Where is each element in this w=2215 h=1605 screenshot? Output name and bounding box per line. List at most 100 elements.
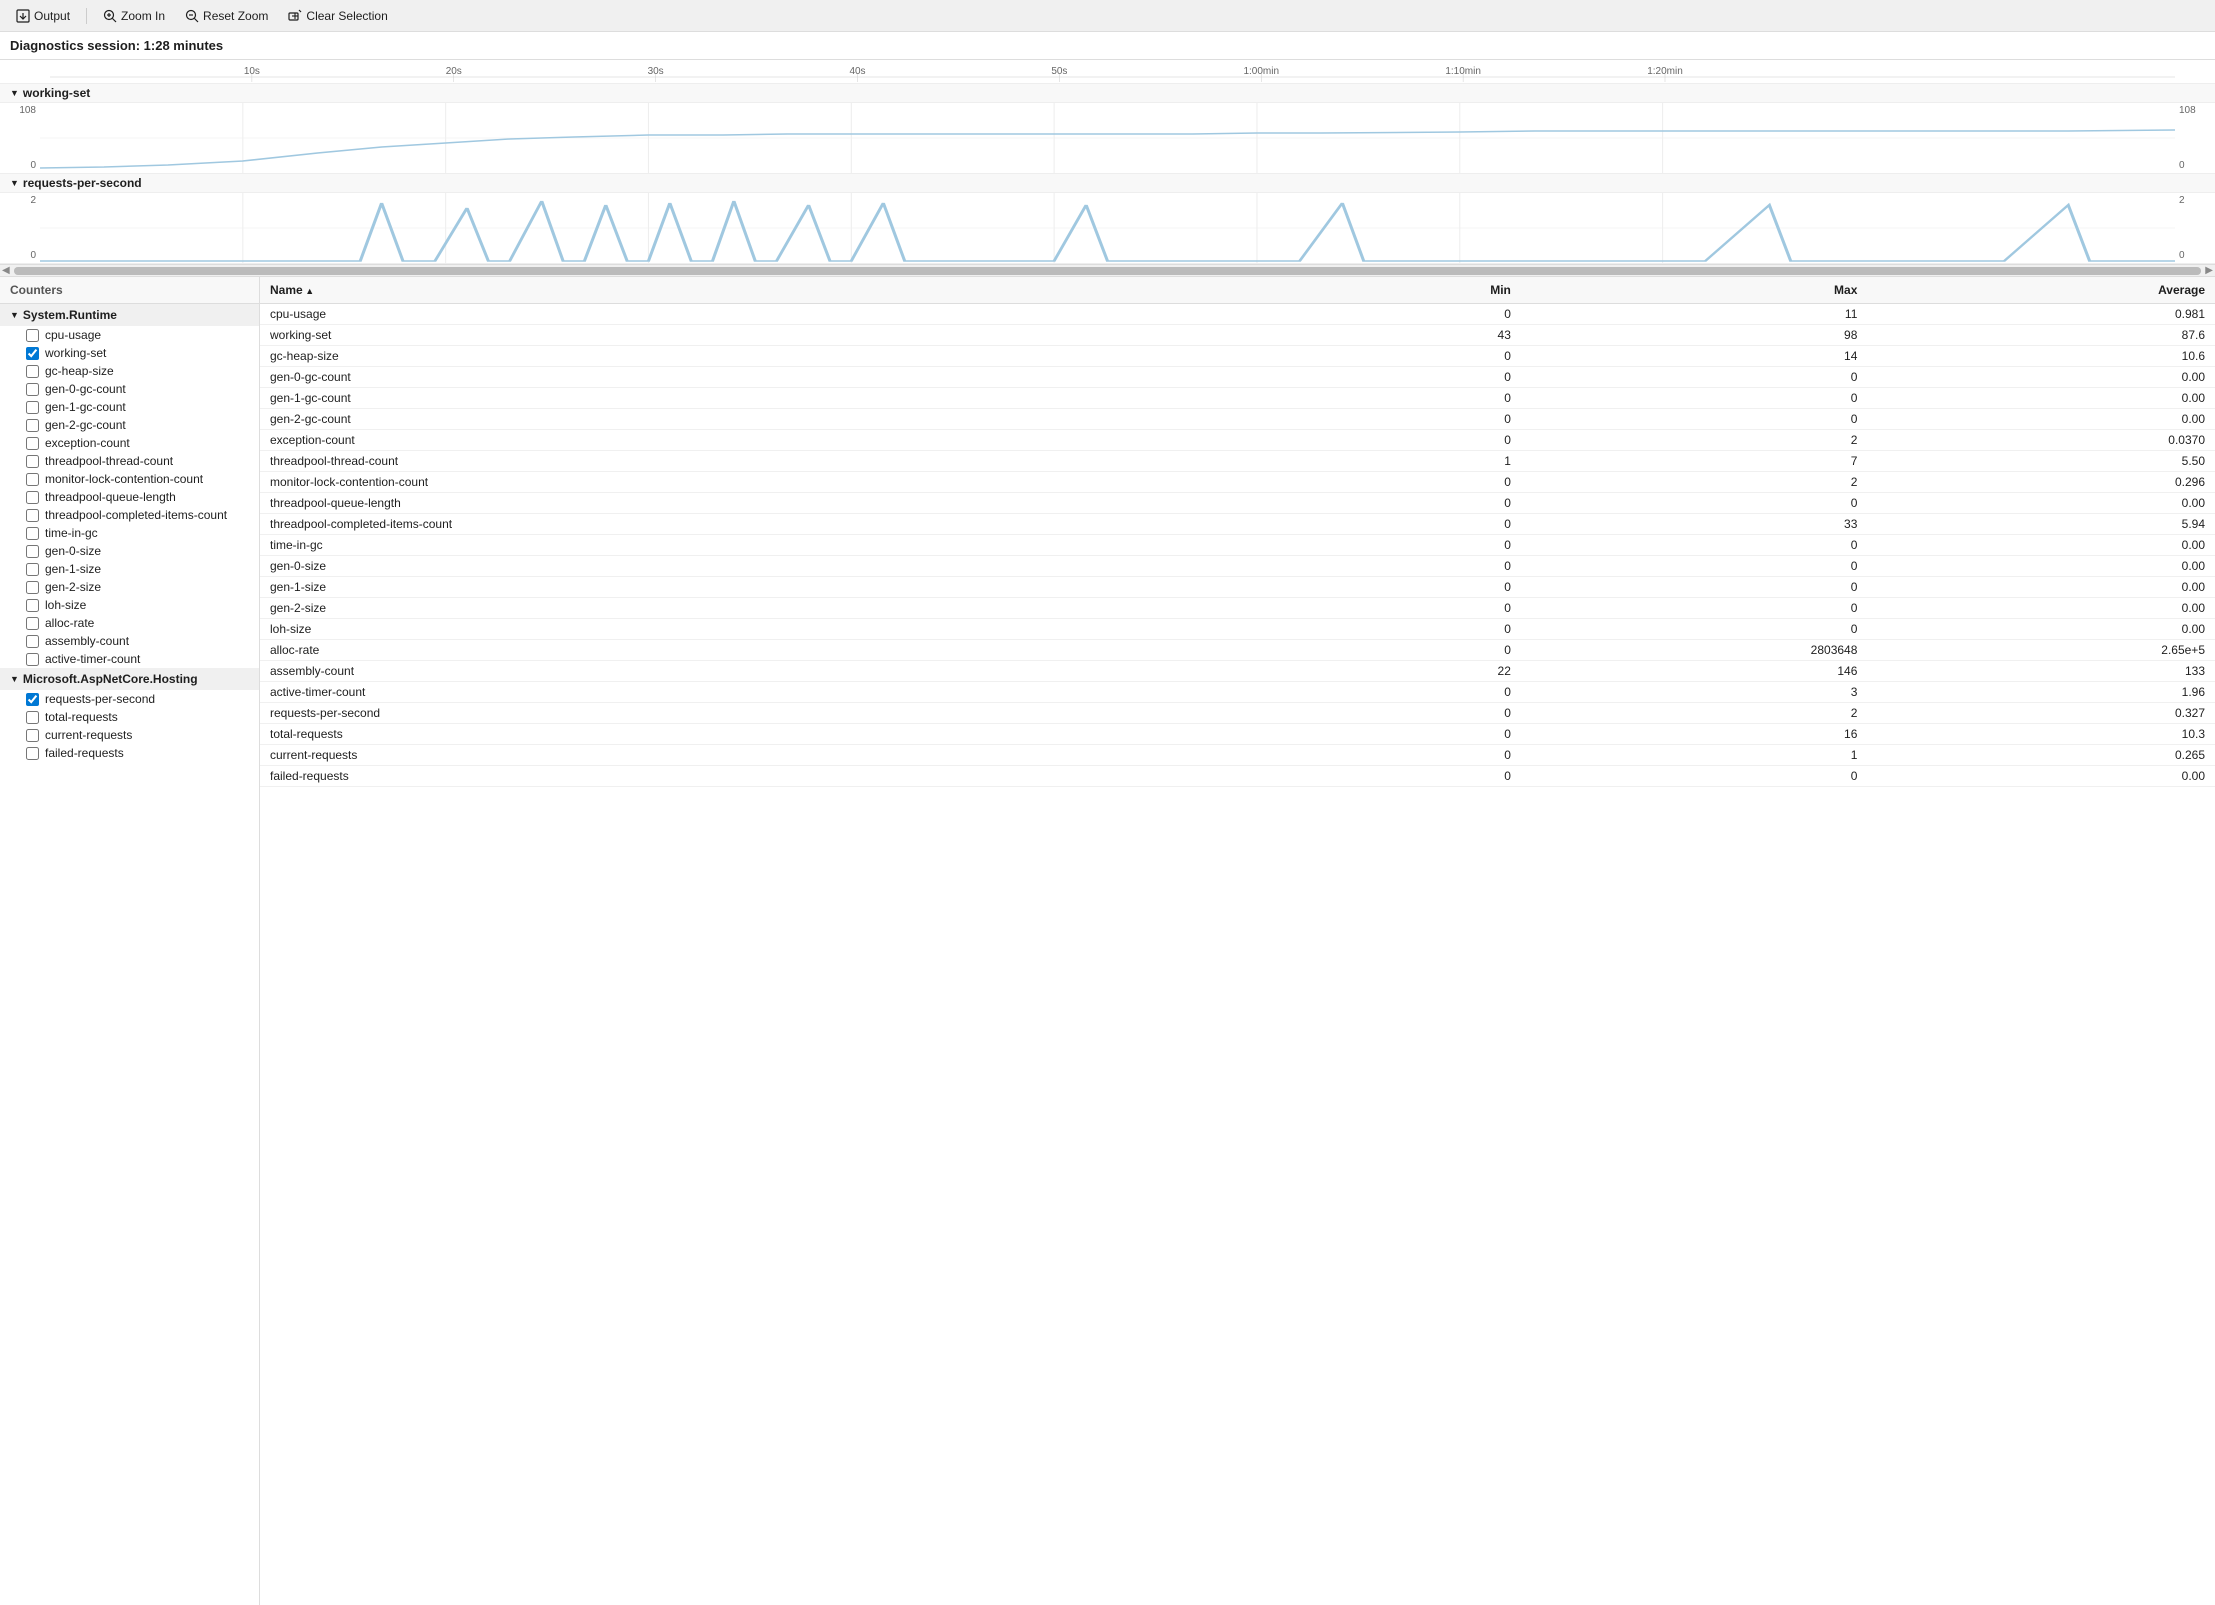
table-row[interactable]: active-timer-count031.96	[260, 682, 2215, 703]
table-row[interactable]: time-in-gc000.00	[260, 535, 2215, 556]
cell-avg: 87.6	[1867, 325, 2215, 346]
table-row[interactable]: alloc-rate028036482.65e+5	[260, 640, 2215, 661]
counter-checkbox[interactable]	[26, 491, 39, 504]
output-button[interactable]: Output	[8, 6, 78, 26]
cell-name: failed-requests	[260, 766, 1310, 787]
table-row[interactable]: current-requests010.265	[260, 745, 2215, 766]
counter-checkbox[interactable]	[26, 509, 39, 522]
counter-checkbox[interactable]	[26, 455, 39, 468]
scroll-right-btn[interactable]: ▶	[2205, 265, 2213, 276]
counter-checkbox[interactable]	[26, 473, 39, 486]
table-row[interactable]: working-set439887.6	[260, 325, 2215, 346]
cell-name: gen-0-gc-count	[260, 367, 1310, 388]
cell-avg: 133	[1867, 661, 2215, 682]
cell-max: 0	[1521, 388, 1868, 409]
table-row[interactable]: requests-per-second020.327	[260, 703, 2215, 724]
cell-avg: 5.50	[1867, 451, 2215, 472]
cell-max: 16	[1521, 724, 1868, 745]
col-min[interactable]: Min	[1310, 277, 1521, 304]
cell-avg: 0.981	[1867, 304, 2215, 325]
separator-1	[86, 8, 87, 24]
table-row[interactable]: gen-2-gc-count000.00	[260, 409, 2215, 430]
table-row[interactable]: cpu-usage0110.981	[260, 304, 2215, 325]
counter-checkbox[interactable]	[26, 545, 39, 558]
list-item: total-requests	[0, 708, 259, 726]
reset-zoom-label: Reset Zoom	[203, 9, 268, 23]
clear-selection-icon	[288, 9, 302, 23]
table-row[interactable]: assembly-count22146133	[260, 661, 2215, 682]
counter-checkbox[interactable]	[26, 711, 39, 724]
table-row[interactable]: gen-2-size000.00	[260, 598, 2215, 619]
col-max[interactable]: Max	[1521, 277, 1868, 304]
table-row[interactable]: gc-heap-size01410.6	[260, 346, 2215, 367]
counter-checkbox[interactable]	[26, 329, 39, 342]
cell-avg: 0.00	[1867, 598, 2215, 619]
col-name[interactable]: Name	[260, 277, 1310, 304]
table-row[interactable]: loh-size000.00	[260, 619, 2215, 640]
clear-selection-button[interactable]: Clear Selection	[280, 6, 395, 26]
counter-checkbox[interactable]	[26, 653, 39, 666]
counter-checkbox[interactable]	[26, 599, 39, 612]
list-item: alloc-rate	[0, 614, 259, 632]
cell-avg: 0.00	[1867, 535, 2215, 556]
table-row[interactable]: gen-0-gc-count000.00	[260, 367, 2215, 388]
cell-min: 0	[1310, 724, 1521, 745]
cell-avg: 5.94	[1867, 514, 2215, 535]
system-runtime-group[interactable]: ▼ System.Runtime	[0, 304, 259, 326]
counter-checkbox[interactable]	[26, 729, 39, 742]
reset-zoom-button[interactable]: Reset Zoom	[177, 6, 276, 26]
table-body: cpu-usage0110.981working-set439887.6gc-h…	[260, 304, 2215, 787]
cell-avg: 0.00	[1867, 766, 2215, 787]
table-row[interactable]: threadpool-queue-length000.00	[260, 493, 2215, 514]
counter-checkbox[interactable]	[26, 383, 39, 396]
counters-title: Counters	[10, 283, 63, 297]
table-header: Name Min Max Average	[260, 277, 2215, 304]
list-item: working-set	[0, 344, 259, 362]
counter-checkbox[interactable]	[26, 401, 39, 414]
counter-checkbox[interactable]	[26, 437, 39, 450]
counter-checkbox[interactable]	[26, 617, 39, 630]
counter-checkbox[interactable]	[26, 365, 39, 378]
collapse-icon[interactable]: ▼	[10, 88, 19, 98]
cell-max: 0	[1521, 409, 1868, 430]
counter-label: alloc-rate	[45, 616, 94, 630]
horizontal-scrollbar[interactable]: ◀ ▶	[0, 264, 2215, 276]
counter-checkbox[interactable]	[26, 635, 39, 648]
counter-checkbox[interactable]	[26, 527, 39, 540]
table-row[interactable]: gen-0-size000.00	[260, 556, 2215, 577]
scroll-left-btn[interactable]: ◀	[2, 265, 10, 276]
table-row[interactable]: gen-1-gc-count000.00	[260, 388, 2215, 409]
counter-checkbox[interactable]	[26, 747, 39, 760]
cell-min: 0	[1310, 388, 1521, 409]
counter-checkbox[interactable]	[26, 581, 39, 594]
counter-checkbox[interactable]	[26, 347, 39, 360]
collapse-icon-2[interactable]: ▼	[10, 178, 19, 188]
cell-max: 7	[1521, 451, 1868, 472]
table-row[interactable]: threadpool-thread-count175.50	[260, 451, 2215, 472]
cell-name: current-requests	[260, 745, 1310, 766]
cell-avg: 0.00	[1867, 493, 2215, 514]
zoom-in-button[interactable]: Zoom In	[95, 6, 173, 26]
counter-checkbox[interactable]	[26, 693, 39, 706]
table-row[interactable]: threadpool-completed-items-count0335.94	[260, 514, 2215, 535]
cell-name: loh-size	[260, 619, 1310, 640]
list-item: current-requests	[0, 726, 259, 744]
col-avg[interactable]: Average	[1867, 277, 2215, 304]
table-row[interactable]: total-requests01610.3	[260, 724, 2215, 745]
list-item: threadpool-thread-count	[0, 452, 259, 470]
counter-label: gen-1-gc-count	[45, 400, 126, 414]
counter-checkbox[interactable]	[26, 563, 39, 576]
zoom-in-icon	[103, 9, 117, 23]
table-row[interactable]: exception-count020.0370	[260, 430, 2215, 451]
cell-min: 0	[1310, 514, 1521, 535]
table-row[interactable]: failed-requests000.00	[260, 766, 2215, 787]
table-row[interactable]: monitor-lock-contention-count020.296	[260, 472, 2215, 493]
list-item: gen-1-gc-count	[0, 398, 259, 416]
counter-label: time-in-gc	[45, 526, 98, 540]
table-row[interactable]: gen-1-size000.00	[260, 577, 2215, 598]
cell-max: 0	[1521, 619, 1868, 640]
list-item: gen-2-size	[0, 578, 259, 596]
counter-checkbox[interactable]	[26, 419, 39, 432]
cell-name: time-in-gc	[260, 535, 1310, 556]
aspnetcore-group[interactable]: ▼ Microsoft.AspNetCore.Hosting	[0, 668, 259, 690]
